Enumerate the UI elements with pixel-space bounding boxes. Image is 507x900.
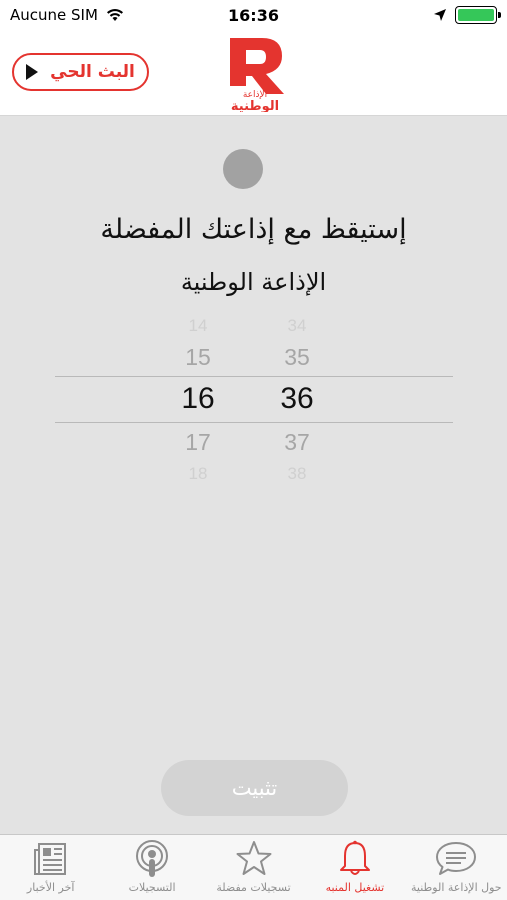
status-bar: Aucune SIM 16:36 (0, 0, 507, 30)
location-arrow-icon (434, 9, 446, 21)
alarm-screen: إستيقظ مع إذاعتك المفضلة الإذاعة الوطنية… (0, 116, 507, 834)
battery-level (458, 9, 494, 21)
tab-about[interactable]: حول الإذاعة الوطنية (406, 835, 507, 900)
minute-option[interactable]: 35 (267, 344, 327, 371)
hour-option[interactable]: 17 (168, 429, 228, 456)
hour-option[interactable]: 18 (168, 464, 228, 484)
minute-option[interactable]: 37 (267, 429, 327, 456)
live-stream-label: البث الحي (50, 62, 135, 82)
hour-selected[interactable]: 16 (168, 382, 228, 416)
live-stream-button[interactable]: البث الحي (12, 53, 149, 91)
hour-option[interactable]: 15 (168, 344, 228, 371)
picker-selection-top-line (55, 376, 453, 377)
tab-label: التسجيلات (128, 881, 176, 894)
tab-latest-news[interactable]: آخر الأخبار (0, 835, 101, 900)
bell-icon (339, 840, 370, 875)
hour-option[interactable]: 14 (168, 316, 228, 336)
carrier-label: Aucune SIM (10, 6, 98, 24)
play-icon (26, 64, 39, 80)
newspaper-icon (33, 843, 66, 875)
loading-indicator (223, 149, 263, 189)
picker-selection-bottom-line (55, 422, 453, 423)
battery-icon (455, 6, 501, 24)
tab-label: حول الإذاعة الوطنية (411, 881, 502, 894)
tab-label: تشغيل المنبه (325, 881, 385, 894)
tab-recordings[interactable]: التسجيلات (101, 835, 202, 900)
minute-selected[interactable]: 36 (267, 382, 327, 416)
station-name: الإذاعة الوطنية (180, 268, 327, 296)
alarm-headline: إستيقظ مع إذاعتك المفضلة (100, 214, 407, 245)
tab-bar: آخر الأخبار التسجيلات تسجيلات مفضلة تشغي… (0, 834, 507, 900)
time-picker[interactable]: 14 15 16 17 18 34 35 36 37 38 (0, 316, 507, 486)
tab-label: تسجيلات مفضلة (216, 881, 291, 894)
radio-nationale-logo: الإذاعة الوطنية (230, 38, 284, 112)
minute-option[interactable]: 38 (267, 464, 327, 484)
logo-text-bottom: الوطنية (231, 99, 279, 112)
tab-label: آخر الأخبار (26, 881, 75, 894)
minute-option[interactable]: 34 (267, 316, 327, 336)
pin-alarm-button[interactable]: تثبيت (161, 760, 348, 816)
chat-icon (436, 842, 477, 875)
star-icon (236, 841, 272, 875)
header: البث الحي الإذاعة الوطنية (0, 30, 507, 116)
podcast-icon (136, 840, 169, 877)
tab-alarm[interactable]: تشغيل المنبه (304, 835, 405, 900)
wifi-icon (106, 9, 123, 21)
tab-favorite-recordings[interactable]: تسجيلات مفضلة (203, 835, 304, 900)
